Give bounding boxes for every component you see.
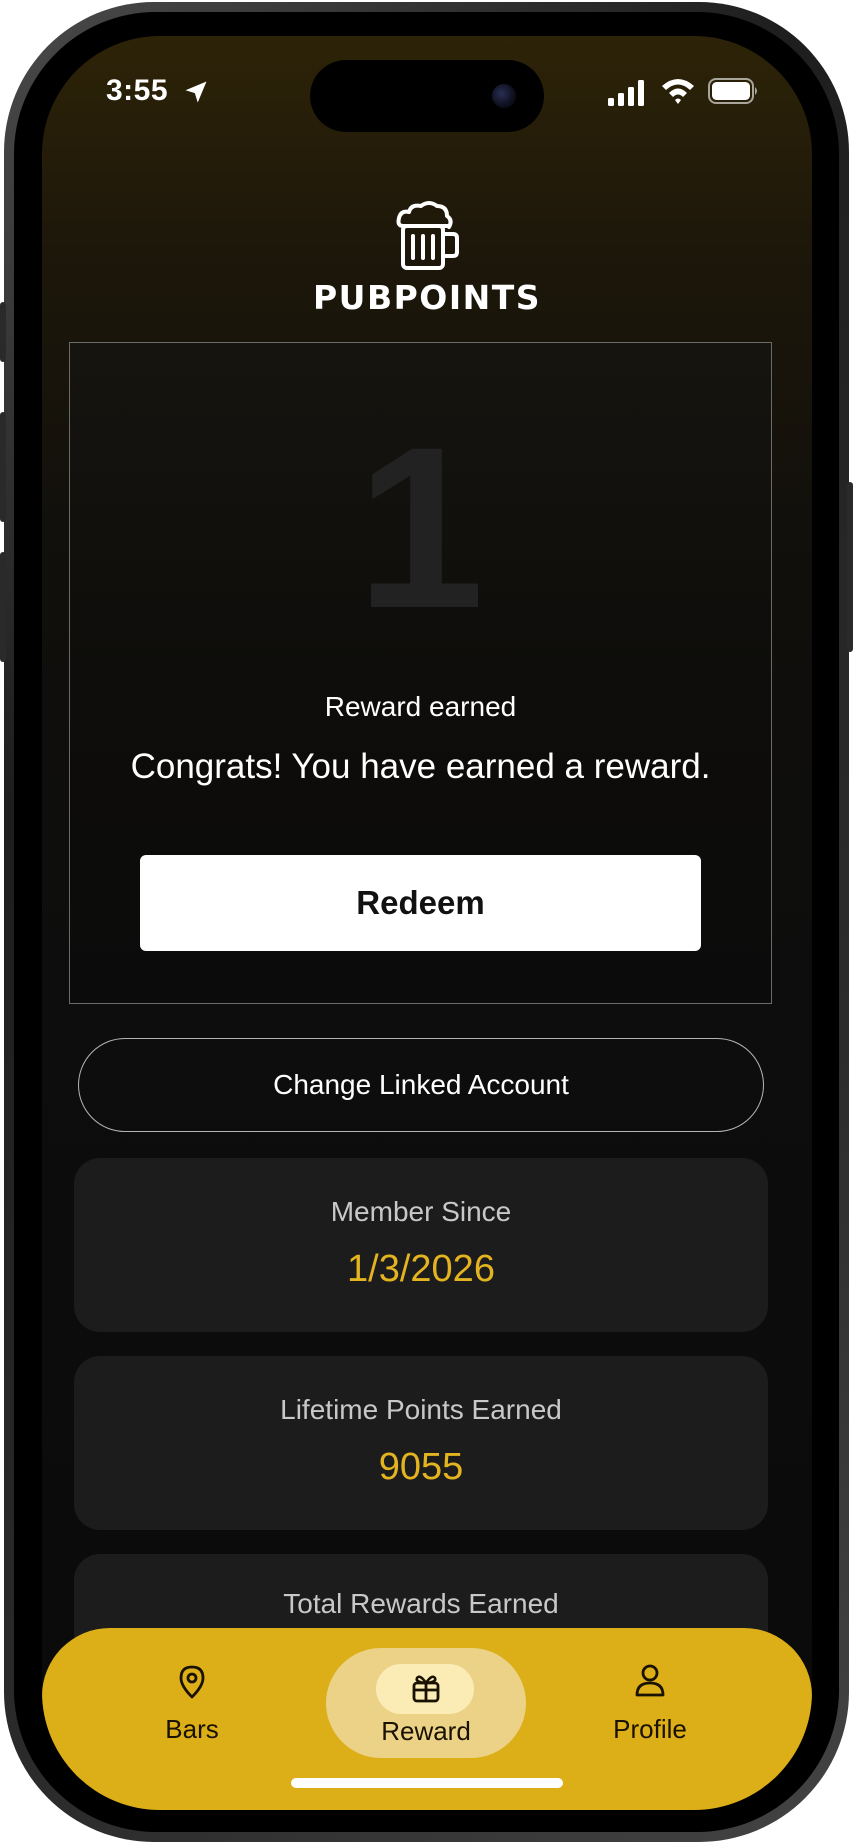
stat-label: Lifetime Points Earned [280, 1394, 562, 1425]
reward-card: 1 Reward earned Congrats! You have earne… [69, 342, 772, 1004]
app-screen: 3:55 PUBPOINTS 1 Reward earned Congrats!… [42, 36, 812, 1810]
tab-label: Profile [613, 1714, 687, 1744]
beer-mug-icon [396, 201, 459, 270]
stat-value: 9055 [378, 1446, 464, 1488]
location-arrow-icon [185, 81, 207, 103]
brand-name: PUBPOINTS [312, 278, 542, 317]
wifi-icon [662, 79, 694, 104]
status-bar: 3:55 [42, 36, 812, 156]
cellular-signal-icon [608, 80, 644, 106]
reward-count: 1 [356, 399, 485, 656]
tab-bars[interactable]: Bars [112, 1628, 272, 1768]
change-linked-account-button[interactable]: Change Linked Account [78, 1038, 764, 1132]
gift-icon [412, 1675, 440, 1703]
volume-up-button [0, 412, 6, 522]
action-button [0, 302, 6, 362]
app-logo [42, 200, 812, 276]
stat-value: 1/3/2026 [347, 1248, 495, 1290]
redeem-button[interactable]: Redeem [140, 855, 701, 951]
tab-reward[interactable]: Reward [346, 1628, 506, 1768]
member-since-card: Member Since 1/3/2026 [74, 1158, 768, 1332]
stat-label: Member Since [330, 1196, 512, 1227]
volume-down-button [0, 552, 6, 662]
lifetime-points-card: Lifetime Points Earned 9055 [74, 1356, 768, 1530]
tab-label: Reward [381, 1716, 471, 1746]
person-icon [635, 1664, 665, 1697]
reward-message: Congrats! You have earned a reward. [130, 747, 711, 786]
tab-label: Bars [165, 1714, 219, 1744]
dynamic-island [310, 60, 544, 132]
power-button [847, 482, 853, 652]
reward-title: Reward earned [324, 691, 517, 722]
map-pin-icon [179, 1665, 205, 1699]
status-time: 3:55 [106, 74, 169, 107]
front-camera [492, 84, 516, 108]
home-indicator[interactable] [291, 1778, 563, 1788]
stat-label: Total Rewards Earned [283, 1588, 559, 1619]
tab-profile[interactable]: Profile [570, 1628, 730, 1768]
battery-icon [708, 78, 757, 104]
